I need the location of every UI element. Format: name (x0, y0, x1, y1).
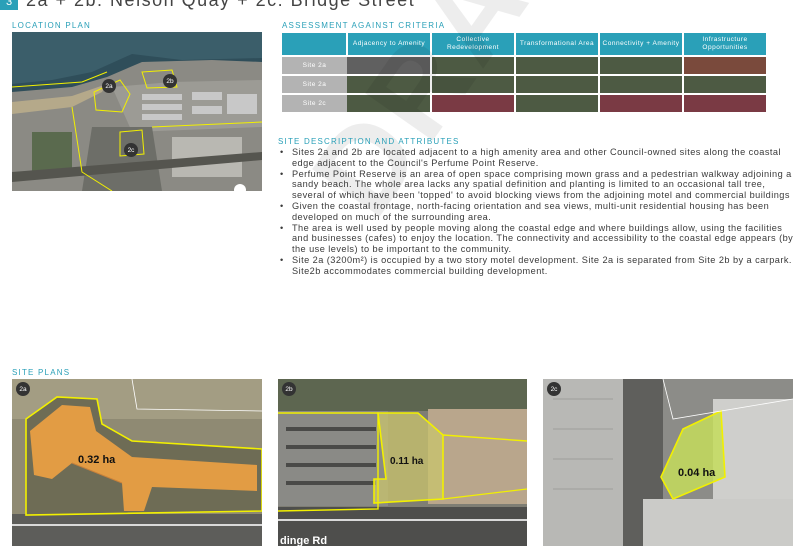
description-bullet: Site 2a (3200m²) is occupied by a two st… (278, 255, 800, 277)
description-bullet: Perfume Point Reserve is an area of open… (278, 169, 800, 201)
description-bullet: The area is well used by people moving a… (278, 223, 800, 255)
description-bullet: Given the coastal frontage, north-facing… (278, 201, 800, 223)
site-plan-tag-2c: 2c (547, 382, 561, 396)
site-plan-2c: 2c 0.04 ha (543, 379, 793, 546)
site-plan-2b: 2b 0.11 ha dinge Rd (278, 379, 527, 546)
section-number: 3 (0, 0, 18, 10)
criteria-cell (515, 55, 600, 75)
criteria-cell (599, 74, 684, 94)
criteria-cell (599, 55, 684, 75)
criteria-col-header: Infrastructure Opportunities (683, 33, 768, 56)
criteria-corner (282, 33, 348, 56)
map-marker-2b: 2b (163, 74, 177, 88)
criteria-cell (599, 93, 684, 112)
location-plan-label: LOCATION PLAN (12, 21, 92, 30)
site-plan-tag-2b: 2b (282, 382, 296, 396)
page-title: 2a + 2b: Nelson Quay + 2c: Bridge Street (26, 0, 416, 10)
description-bullet: Sites 2a and 2b are located adjacent to … (278, 147, 800, 169)
site-plan-tag-2a: 2a (16, 382, 30, 396)
criteria-cell (515, 93, 600, 112)
map-marker-2a: 2a (102, 79, 116, 93)
site-area-2b: 0.11 ha (390, 456, 424, 467)
site-area-2a: 0.32 ha (78, 454, 116, 466)
site-plans-label: SITE PLANS (12, 368, 71, 377)
criteria-cell (683, 74, 768, 94)
road-label: dinge Rd (280, 535, 328, 546)
criteria-cell (683, 55, 768, 75)
criteria-row-label: Site 2a (282, 55, 347, 75)
location-plan-map: 2a 2b 2c (12, 32, 262, 191)
criteria-col-header: Connectivity + Amenity (599, 33, 684, 56)
map-marker-2c: 2c (124, 143, 138, 157)
description-label: SITE DESCRIPTION AND ATTRIBUTES (278, 137, 460, 146)
site-plan-2a: 2a 0.32 ha (12, 379, 262, 546)
description-list: Sites 2a and 2b are located adjacent to … (278, 147, 800, 277)
site-area-2c: 0.04 ha (678, 467, 716, 479)
criteria-cell (683, 93, 768, 112)
criteria-cell (515, 74, 600, 94)
